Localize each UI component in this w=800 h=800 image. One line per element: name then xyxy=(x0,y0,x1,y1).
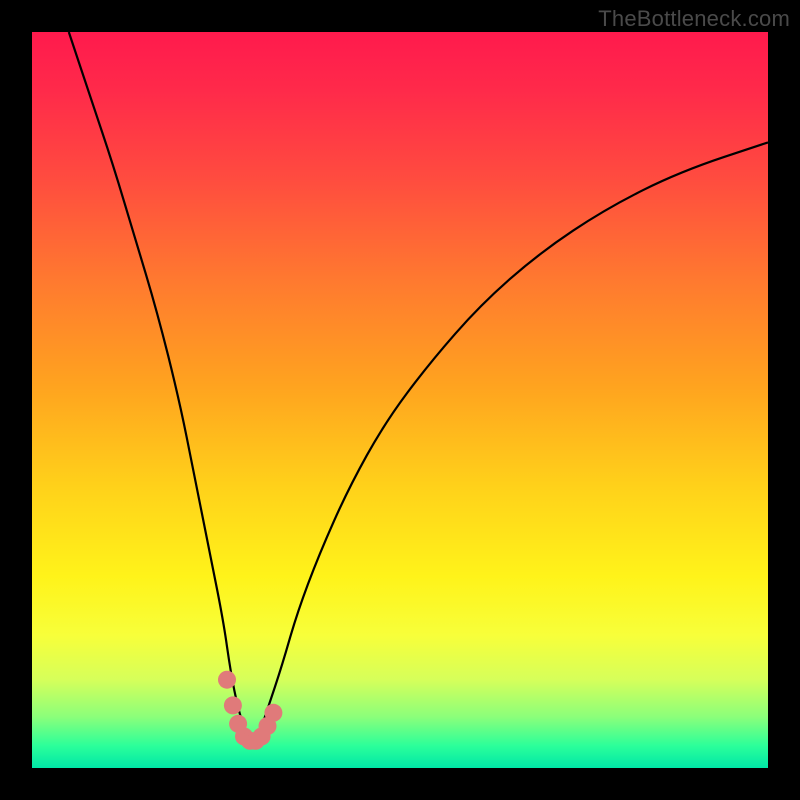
plot-area xyxy=(32,32,768,768)
chart-frame: TheBottleneck.com xyxy=(0,0,800,800)
sweet-spot-dot xyxy=(224,696,242,714)
sweet-spot-dot xyxy=(218,671,236,689)
sweet-spot-dot xyxy=(264,704,282,722)
watermark-text: TheBottleneck.com xyxy=(598,6,790,32)
bottleneck-curve xyxy=(32,32,768,768)
